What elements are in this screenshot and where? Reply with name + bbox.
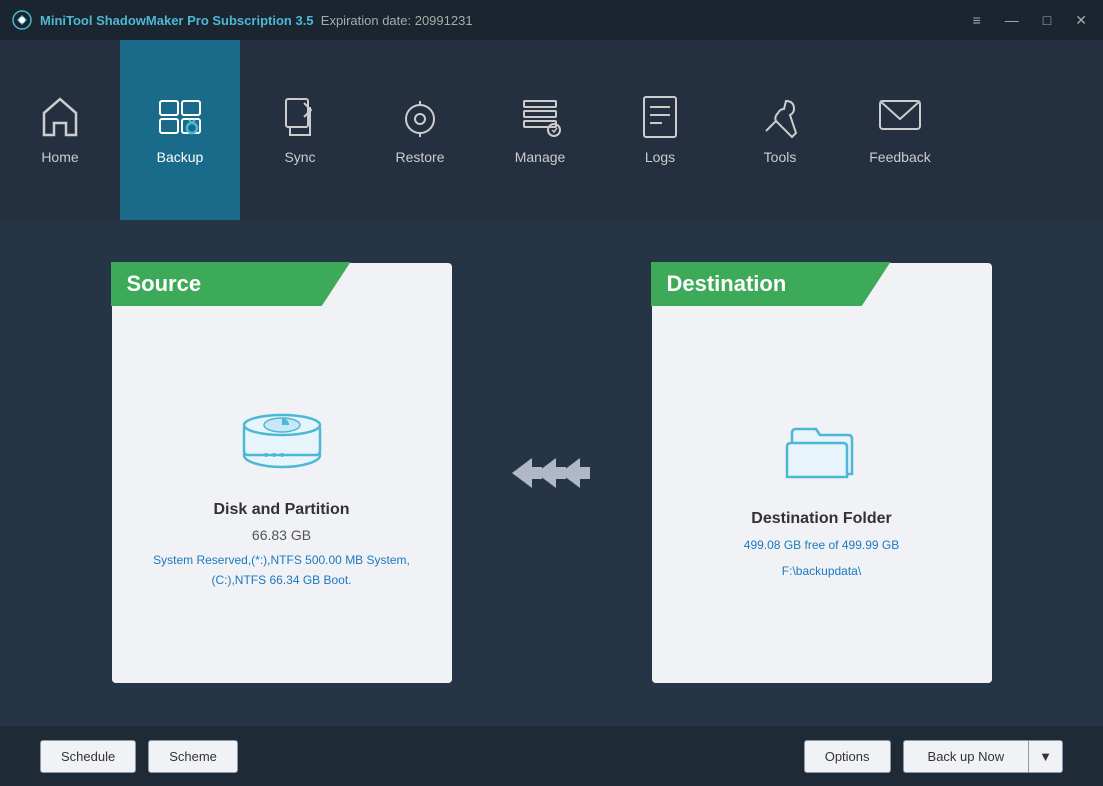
folder-icon bbox=[772, 409, 872, 494]
source-header: Source bbox=[111, 262, 351, 306]
restore-icon bbox=[396, 93, 444, 141]
menu-button[interactable]: ≡ bbox=[969, 10, 985, 31]
nav-home-label: Home bbox=[41, 149, 78, 165]
close-button[interactable]: ✕ bbox=[1071, 10, 1091, 31]
nav-feedback-label: Feedback bbox=[869, 149, 930, 165]
nav-item-tools[interactable]: Tools bbox=[720, 40, 840, 220]
options-button[interactable]: Options bbox=[804, 740, 891, 773]
source-size: 66.83 GB bbox=[252, 527, 311, 543]
source-title: Disk and Partition bbox=[213, 501, 349, 519]
nav-item-feedback[interactable]: Feedback bbox=[840, 40, 960, 220]
title-bar-left: MiniTool ShadowMaker Pro Subscription 3.… bbox=[12, 10, 473, 30]
backup-dropdown-button[interactable]: ▼ bbox=[1028, 740, 1063, 773]
feedback-icon bbox=[876, 93, 924, 141]
home-icon bbox=[36, 93, 84, 141]
disk-icon bbox=[232, 400, 332, 485]
nav-item-logs[interactable]: Logs bbox=[600, 40, 720, 220]
nav-item-restore[interactable]: Restore bbox=[360, 40, 480, 220]
destination-card[interactable]: Destination Destination Folder 499.08 GB… bbox=[652, 263, 992, 683]
nav-item-manage[interactable]: Manage bbox=[480, 40, 600, 220]
logs-icon bbox=[636, 93, 684, 141]
nav-sync-label: Sync bbox=[284, 149, 315, 165]
scheme-button[interactable]: Scheme bbox=[148, 740, 238, 773]
nav-item-sync[interactable]: Sync bbox=[240, 40, 360, 220]
destination-body: Destination Folder 499.08 GB free of 499… bbox=[652, 307, 992, 683]
source-card[interactable]: Source Disk and Partition 66. bbox=[112, 263, 452, 683]
destination-path: F:\backupdata\ bbox=[782, 562, 861, 581]
main-content: Source Disk and Partition 66. bbox=[0, 220, 1103, 726]
schedule-button[interactable]: Schedule bbox=[40, 740, 136, 773]
direction-arrows bbox=[512, 453, 592, 493]
backup-now-button[interactable]: Back up Now bbox=[903, 740, 1029, 773]
arrow-container bbox=[512, 453, 592, 493]
nav-item-home[interactable]: Home bbox=[0, 40, 120, 220]
minimize-button[interactable]: — bbox=[1001, 10, 1023, 31]
app-logo-icon bbox=[12, 10, 32, 30]
nav-item-backup[interactable]: Backup bbox=[120, 40, 240, 220]
nav-restore-label: Restore bbox=[395, 149, 444, 165]
sync-icon bbox=[276, 93, 324, 141]
destination-header: Destination bbox=[651, 262, 891, 306]
title-bar: MiniTool ShadowMaker Pro Subscription 3.… bbox=[0, 0, 1103, 40]
destination-title: Destination Folder bbox=[751, 510, 891, 528]
nav-logs-label: Logs bbox=[645, 149, 675, 165]
tools-icon bbox=[756, 93, 804, 141]
backup-icon bbox=[156, 93, 204, 141]
bottom-left-buttons: Schedule Scheme bbox=[40, 740, 238, 773]
source-detail: System Reserved,(*:),NTFS 500.00 MB Syst… bbox=[153, 551, 410, 589]
maximize-button[interactable]: □ bbox=[1039, 10, 1055, 31]
destination-free-space: 499.08 GB free of 499.99 GB bbox=[744, 536, 899, 555]
source-body: Disk and Partition 66.83 GB System Reser… bbox=[112, 307, 452, 683]
nav-tools-label: Tools bbox=[764, 149, 797, 165]
bottom-right-buttons: Options Back up Now ▼ bbox=[804, 740, 1063, 773]
bottom-bar: Schedule Scheme Options Back up Now ▼ bbox=[0, 726, 1103, 786]
nav-manage-label: Manage bbox=[515, 149, 566, 165]
manage-icon bbox=[516, 93, 564, 141]
title-bar-controls: ≡ — □ ✕ bbox=[969, 10, 1091, 31]
nav-backup-label: Backup bbox=[157, 149, 204, 165]
title-bar-title: MiniTool ShadowMaker Pro Subscription 3.… bbox=[40, 13, 473, 28]
navbar: Home Backup Sync Restore bbox=[0, 40, 1103, 220]
